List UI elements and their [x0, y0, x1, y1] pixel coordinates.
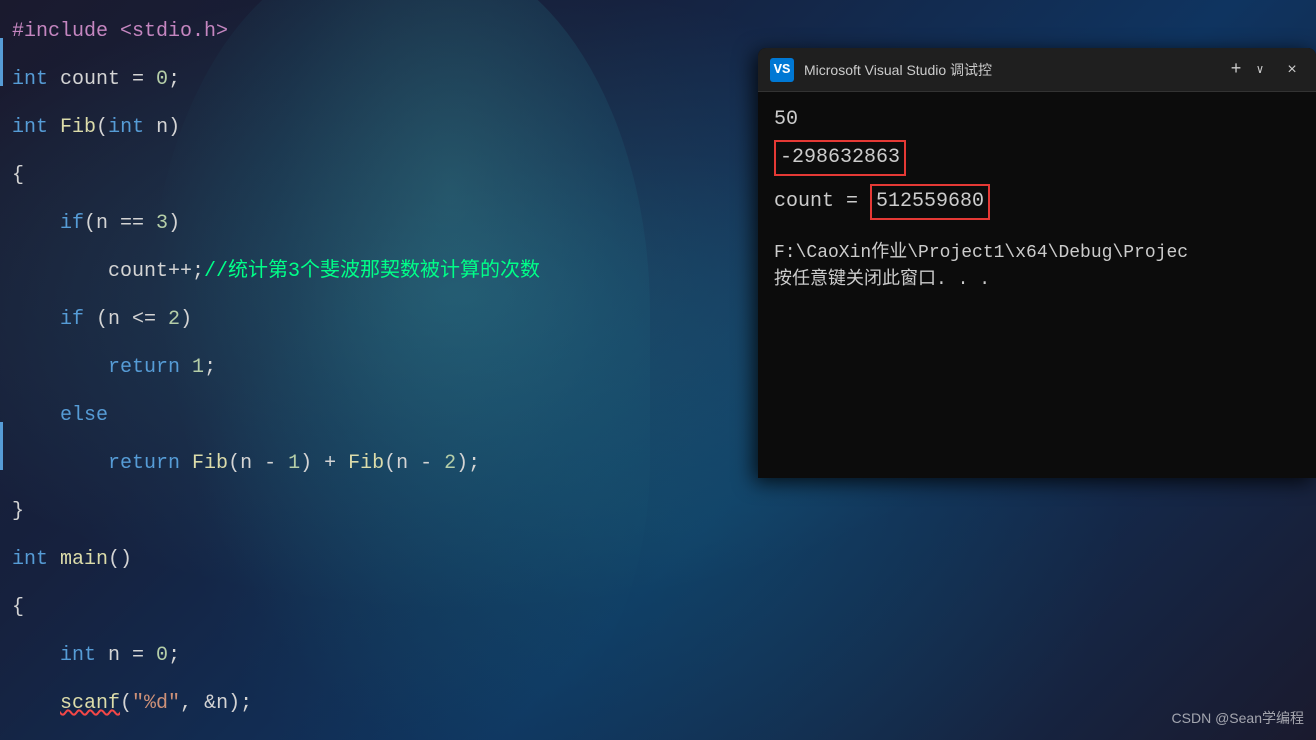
console-chevron-button[interactable]: ∨ — [1248, 58, 1272, 82]
console-line3: count = 512559680 — [774, 184, 1300, 220]
line-open-brace2: { — [12, 596, 24, 619]
border-indicator-main — [0, 422, 3, 470]
line-count-increment: count++;//统计第3个斐波那契数被计算的次数 — [12, 260, 540, 283]
vs-icon-text: VS — [774, 62, 791, 78]
line-if2: if (n <= 2) — [12, 308, 192, 331]
vs-icon: VS — [770, 58, 794, 82]
console-title: Microsoft Visual Studio 调试控 — [804, 60, 1220, 80]
console-count-label: count = — [774, 190, 870, 213]
console-line1: 50 — [774, 104, 1300, 136]
code-editor: #include <stdio.h> int count = 0; int Fi… — [0, 0, 760, 740]
line-if1: if(n == 3) — [12, 212, 180, 235]
console-add-button[interactable]: + — [1224, 58, 1248, 82]
line-int-n: int n = 0; — [12, 644, 180, 667]
line-include: #include <stdio.h> — [12, 20, 228, 43]
console-path-line2: 按任意键关闭此窗口. . . — [774, 267, 1300, 294]
line-return-fib: return Fib(n - 1) + Fib(n - 2); — [12, 452, 480, 475]
console-body: 50 -298632863 count = 512559680 F:\CaoXi… — [758, 92, 1316, 478]
console-close-button[interactable]: × — [1280, 58, 1304, 82]
line-main-decl: int main() — [12, 548, 132, 571]
line-close-brace1: } — [12, 500, 24, 523]
console-count-boxed: 512559680 — [870, 184, 990, 220]
console-titlebar: VS Microsoft Visual Studio 调试控 + ∨ × — [758, 48, 1316, 92]
line-open-brace1: { — [12, 164, 24, 187]
watermark: CSDN @Sean学编程 — [1172, 708, 1304, 728]
console-line2-boxed: -298632863 — [774, 140, 906, 176]
console-path-section: F:\CaoXin作业\Project1\x64\Debug\Projec 按任… — [774, 240, 1300, 294]
line-return1: return 1; — [12, 356, 216, 379]
watermark-text: CSDN @Sean学编程 — [1172, 710, 1304, 726]
console-window: VS Microsoft Visual Studio 调试控 + ∨ × 50 … — [758, 48, 1316, 478]
console-line2: -298632863 — [774, 140, 1300, 176]
line-fib-decl: int Fib(int n) — [12, 116, 180, 139]
console-path-line1: F:\CaoXin作业\Project1\x64\Debug\Projec — [774, 240, 1300, 267]
border-indicator-fib — [0, 38, 3, 86]
line-count: int count = 0; — [12, 68, 180, 91]
code-content: #include <stdio.h> int count = 0; int Fi… — [0, 0, 760, 740]
line-scanf: scanf("%d", &n); — [12, 692, 252, 715]
line-else: else — [12, 404, 108, 427]
